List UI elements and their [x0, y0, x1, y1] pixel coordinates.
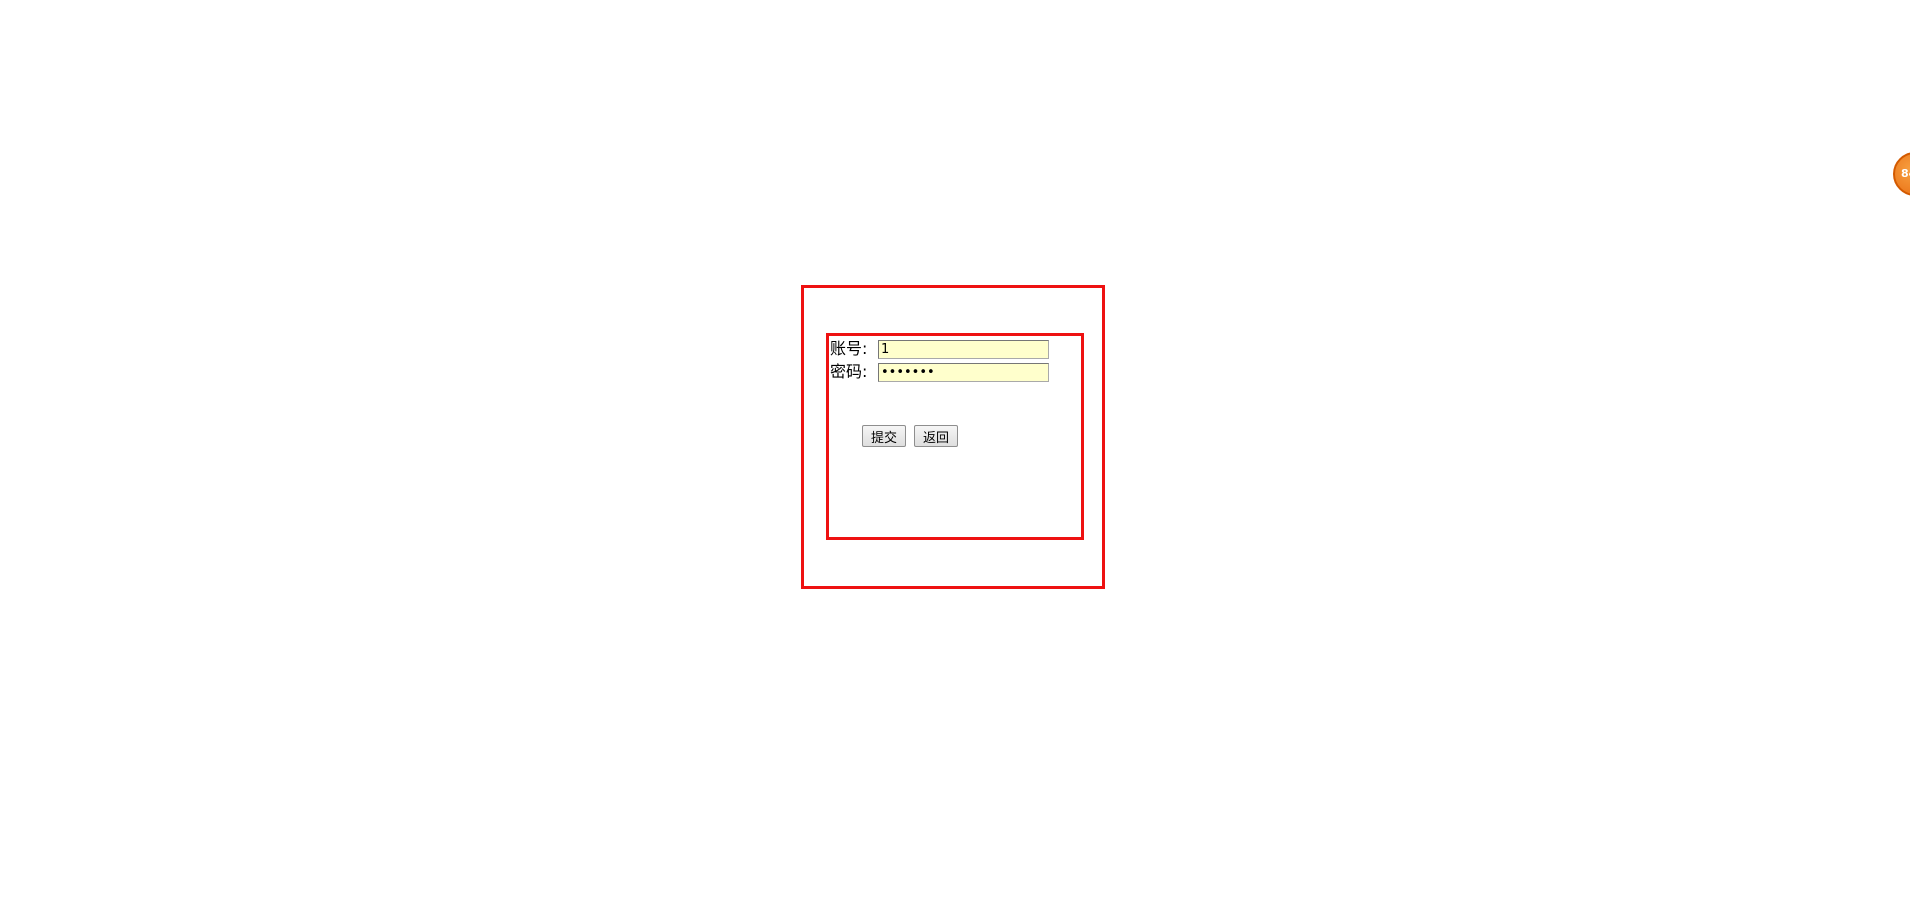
password-label: 密码: [830, 362, 868, 381]
submit-button[interactable]: 提交 [862, 425, 906, 447]
floating-badge-text: 84 [1901, 167, 1910, 180]
floating-badge[interactable]: 84 [1893, 152, 1910, 196]
account-input[interactable] [878, 339, 1049, 359]
account-label: 账号: [830, 339, 868, 358]
password-input[interactable] [878, 362, 1049, 382]
back-button[interactable]: 返回 [914, 425, 958, 447]
password-row: 密码: [830, 361, 1049, 383]
account-row: 账号: [830, 338, 1049, 360]
